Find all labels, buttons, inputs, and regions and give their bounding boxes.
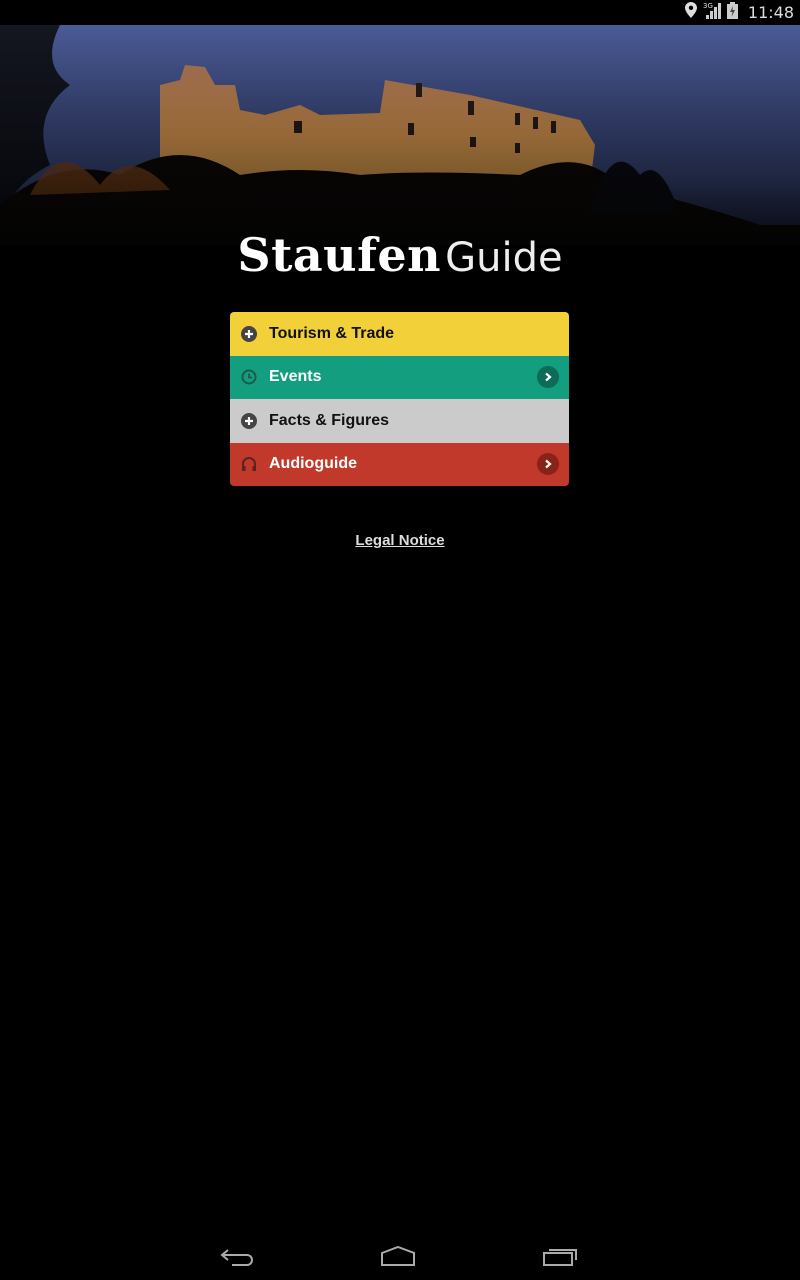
home-button[interactable] — [373, 1240, 423, 1272]
menu-item-tourism-trade[interactable]: Tourism & Trade — [230, 312, 569, 356]
status-bar: 3G 11:48 — [0, 0, 800, 25]
menu-item-events[interactable]: Events — [230, 355, 569, 399]
menu-item-label: Tourism & Trade — [269, 324, 395, 342]
back-button[interactable] — [212, 1240, 262, 1272]
back-icon — [220, 1249, 253, 1266]
menu-item-label: Facts & Figures — [269, 411, 390, 429]
headphones-icon — [240, 455, 258, 473]
menu-item-facts-figures[interactable]: Facts & Figures — [230, 399, 569, 443]
plus-circle-icon — [240, 325, 258, 343]
recent-apps-button[interactable] — [535, 1240, 585, 1272]
castle-hero-image — [0, 25, 800, 245]
chevron-right-icon[interactable] — [537, 453, 559, 476]
menu-item-audioguide[interactable]: Audioguide — [230, 442, 569, 486]
legal-notice-link[interactable]: Legal Notice — [355, 532, 444, 549]
app-logo: Staufen Guide — [0, 228, 800, 282]
clock-icon — [240, 368, 258, 386]
home-icon — [381, 1246, 415, 1266]
signal-icon: 3G — [703, 1, 721, 24]
svg-text:3G: 3G — [703, 2, 713, 10]
chevron-right-icon[interactable] — [537, 366, 559, 389]
menu-item-label: Events — [269, 368, 322, 386]
logo-guide: Guide — [445, 235, 563, 281]
menu-item-label: Audioguide — [269, 455, 357, 473]
legal-notice-container: Legal Notice — [0, 532, 800, 550]
navigation-bar — [0, 1232, 800, 1280]
logo-staufen: Staufen — [237, 228, 442, 282]
location-icon — [684, 2, 697, 23]
battery-icon — [726, 1, 738, 24]
main-menu: Tourism & Trade Events Facts & Figures A… — [230, 312, 569, 486]
clock: 11:48 — [747, 3, 794, 22]
plus-circle-icon — [240, 412, 258, 430]
recent-apps-icon — [543, 1249, 577, 1266]
